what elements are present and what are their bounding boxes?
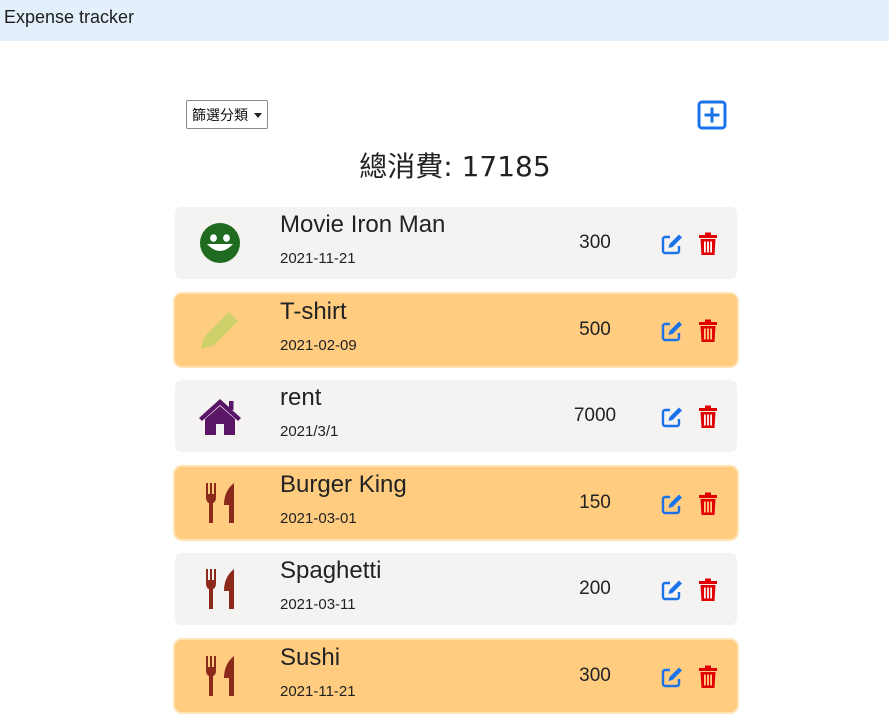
record-amount: 500 — [579, 318, 611, 340]
record-name: Burger King — [280, 470, 407, 498]
trash-icon[interactable] — [698, 578, 718, 602]
trash-icon[interactable] — [698, 319, 718, 343]
record-date: 2021-11-21 — [280, 682, 356, 700]
record-name: rent — [280, 384, 322, 411]
category-filter-label: 篩選分類 — [192, 107, 248, 124]
utensils-icon — [206, 569, 234, 609]
trash-icon[interactable] — [698, 405, 718, 429]
pencil-icon — [201, 311, 238, 349]
grin-icon — [200, 223, 240, 263]
record-date: 2021-11-21 — [280, 250, 356, 267]
record-list: Movie Iron Man 2021-11-21 300 T-shirt 20… — [175, 207, 737, 726]
edit-icon[interactable] — [660, 492, 684, 516]
record-item: T-shirt 2021-02-09 500 — [175, 293, 737, 366]
record-date: 2021-03-01 — [280, 509, 357, 527]
record-item: Movie Iron Man 2021-11-21 300 — [175, 207, 737, 279]
edit-icon[interactable] — [660, 665, 684, 689]
utensils-icon — [206, 655, 234, 696]
add-record-button[interactable] — [697, 100, 727, 130]
utensils-icon — [206, 482, 234, 523]
record-name: T-shirt — [280, 297, 347, 325]
category-filter-select[interactable]: 篩選分類 — [186, 100, 268, 129]
navbar: Expense tracker — [0, 0, 889, 41]
edit-icon[interactable] — [660, 578, 684, 602]
trash-icon[interactable] — [698, 665, 718, 689]
record-amount: 300 — [579, 232, 611, 253]
record-item: Sushi 2021-11-21 300 — [175, 639, 737, 712]
edit-icon[interactable] — [660, 319, 684, 343]
caret-down-icon — [254, 113, 262, 118]
record-amount: 300 — [579, 664, 611, 686]
app-title[interactable]: Expense tracker — [4, 7, 134, 28]
record-date: 2021-02-09 — [280, 336, 357, 354]
trash-icon[interactable] — [698, 492, 718, 516]
record-date: 2021/3/1 — [280, 423, 339, 440]
record-amount: 150 — [579, 491, 611, 513]
record-name: Spaghetti — [280, 557, 382, 584]
record-amount: 7000 — [573, 405, 617, 426]
record-name: Sushi — [280, 643, 341, 671]
trash-icon[interactable] — [698, 232, 718, 256]
record-item: Spaghetti 2021-03-11 200 — [175, 553, 737, 625]
record-item: Burger King 2021-03-01 150 — [175, 466, 737, 539]
edit-icon[interactable] — [660, 232, 684, 256]
home-icon — [199, 399, 241, 435]
total-expense: 總消費: 17185 — [359, 150, 551, 183]
edit-icon[interactable] — [660, 405, 684, 429]
record-date: 2021-03-11 — [280, 596, 356, 613]
record-amount: 200 — [579, 578, 611, 599]
record-name: Movie Iron Man — [280, 211, 446, 238]
record-item: rent 2021/3/1 7000 — [175, 380, 737, 452]
